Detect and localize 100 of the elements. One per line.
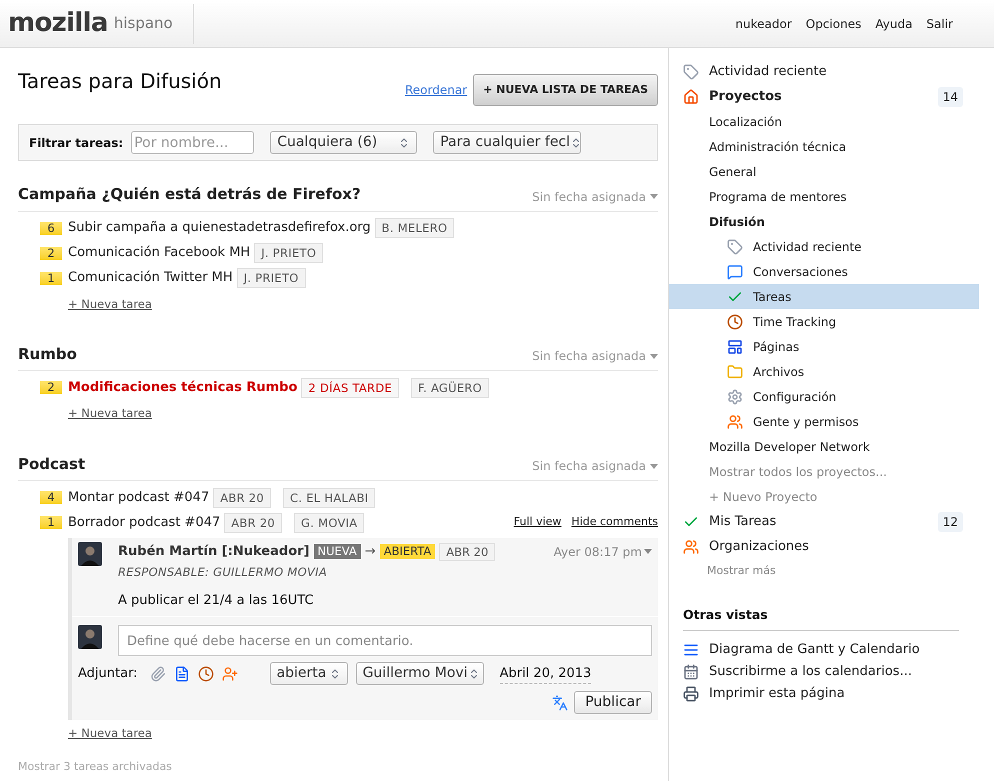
- new-status-tag: ABIERTA: [380, 544, 436, 560]
- task-title[interactable]: Subir campaña a quienestadetrasdefirefox.org: [68, 218, 371, 238]
- folder-icon: [727, 364, 743, 380]
- sidebar-item[interactable]: Mozilla Developer Network: [669, 434, 979, 459]
- top-nav-link[interactable]: nukeador: [735, 14, 792, 32]
- sidebar-item[interactable]: Conversaciones: [669, 259, 979, 284]
- chevron-icon: [570, 136, 580, 148]
- caret-icon: [650, 194, 658, 199]
- assignee-tag: J. PRIETO: [254, 243, 324, 263]
- gantt-icon: [683, 642, 699, 658]
- tag-icon: [727, 238, 743, 254]
- document-icon[interactable]: [174, 666, 190, 682]
- status-select[interactable]: abierta: [270, 662, 348, 686]
- new-task-link[interactable]: + Nueva tarea: [68, 296, 152, 313]
- caret-icon: [650, 464, 658, 468]
- sidebar-item[interactable]: Administración técnica: [669, 134, 979, 159]
- list-title: Rumbo: [18, 344, 77, 365]
- sidebar-item[interactable]: Actividad reciente: [669, 59, 979, 84]
- attach-label: Adjuntar:: [78, 665, 138, 683]
- other-view-link[interactable]: Diagrama de Gantt y Calendario: [683, 639, 979, 661]
- section-title: Otras vistas: [683, 607, 768, 622]
- logo[interactable]: mozilla hispano: [0, 4, 194, 44]
- page-title: Tareas para Difusión: [18, 68, 222, 95]
- sidebar-item[interactable]: + Nuevo Proyecto: [669, 484, 979, 509]
- show-more-link[interactable]: Mostrar más: [669, 559, 979, 584]
- sidebar-item[interactable]: Actividad reciente: [669, 234, 979, 259]
- due-date-tag: ABR 20: [213, 488, 271, 508]
- comment-body: A publicar el 21/4 a las 16UTC: [118, 592, 315, 610]
- speech-bubble-icon: [727, 264, 743, 280]
- priority-badge: 1: [40, 272, 62, 284]
- priority-badge: 6: [40, 222, 62, 234]
- new-task-link[interactable]: + Nueva tarea: [68, 405, 152, 422]
- sidebar-item[interactable]: General: [669, 159, 979, 184]
- priority-badge: 1: [40, 516, 62, 529]
- new-list-button[interactable]: + NUEVA LISTA DE TAREAS: [473, 74, 658, 106]
- responsible-text: RESPONSABLE: GUILLERMO MOVIA: [118, 564, 328, 580]
- sidebar-item[interactable]: Gente y permisos: [669, 409, 979, 434]
- sidebar-item[interactable]: Tareas: [669, 284, 979, 309]
- task-title[interactable]: Borrador podcast #047: [68, 512, 220, 532]
- comment-author: Rubén Martín [:Nukeador]: [118, 543, 310, 561]
- sidebar-item[interactable]: Páginas: [669, 334, 979, 359]
- sidebar-item[interactable]: Mostrar todos los proyectos...: [669, 459, 979, 484]
- assignee-tag: B. MELERO: [374, 218, 454, 238]
- other-view-link[interactable]: Imprimir esta página: [683, 683, 979, 705]
- filter-bar: Filtrar tareas: Por nombre... Cualquiera (6) Para cualquier fecl: [18, 124, 658, 161]
- printer-icon: [683, 686, 699, 702]
- clock-icon: [727, 314, 743, 330]
- assignee-select[interactable]: Guillermo Movi: [356, 662, 484, 686]
- sidebar-item[interactable]: Programa de mentores: [669, 184, 979, 209]
- comment-toggle-link[interactable]: Full view: [514, 514, 562, 531]
- sidebar-item[interactable]: Archivos: [669, 359, 979, 384]
- sidebar-item[interactable]: Organizaciones: [669, 534, 979, 559]
- reorder-link[interactable]: Reordenar: [404, 81, 468, 99]
- new-task-link[interactable]: + Nueva tarea: [68, 725, 152, 742]
- house-icon: [683, 88, 699, 104]
- assignee-tag: C. EL HALABI: [283, 488, 376, 508]
- clock-icon[interactable]: [198, 666, 214, 682]
- page-icon: [727, 338, 743, 354]
- other-view-link[interactable]: Suscribirme a los calendarios...: [683, 661, 979, 683]
- count-badge: 14: [938, 86, 963, 106]
- publish-button[interactable]: Publicar: [574, 691, 652, 714]
- sidebar-item[interactable]: Localización: [669, 109, 979, 134]
- comment-field[interactable]: Define qué debe hacerse en un comentario.: [118, 625, 652, 656]
- task-title[interactable]: Montar podcast #047: [68, 488, 210, 508]
- task-title[interactable]: Modificaciones técnicas Rumbo: [68, 378, 298, 398]
- date-filter-select[interactable]: Para cualquier fecl: [433, 131, 582, 154]
- due-date-tag: ABR 20: [224, 512, 282, 532]
- people-icon: [727, 414, 743, 430]
- sidebar-item[interactable]: Mis Tareas 12: [669, 509, 979, 534]
- task-title[interactable]: Comunicación Twitter MH: [68, 268, 233, 288]
- name-filter-field[interactable]: Por nombre...: [131, 131, 254, 154]
- old-status-tag: NUEVA: [314, 544, 361, 560]
- caret-icon: [650, 354, 658, 359]
- sidebar-item[interactable]: Proyectos 14: [669, 84, 979, 109]
- assignee-tag: J. PRIETO: [236, 268, 306, 288]
- assignee-tag: F. AGÜERO: [411, 378, 489, 398]
- arrow-text: →: [364, 543, 376, 561]
- top-nav-link[interactable]: Ayuda: [875, 14, 912, 32]
- gear-icon: [727, 388, 743, 404]
- sidebar-item[interactable]: Configuración: [669, 384, 979, 409]
- top-nav-link[interactable]: Salir: [926, 14, 953, 32]
- sidebar-item[interactable]: Difusión: [669, 209, 979, 234]
- priority-badge: 2: [40, 246, 62, 260]
- top-nav-link[interactable]: Opciones: [806, 14, 862, 32]
- tag-icon: [683, 64, 699, 80]
- sidebar-item[interactable]: Time Tracking: [669, 309, 979, 334]
- comment-toggle-link[interactable]: Hide comments: [571, 514, 658, 531]
- count-badge: 12: [938, 512, 963, 532]
- status-filter-select[interactable]: Cualquiera (6): [270, 131, 418, 154]
- priority-badge: 4: [40, 491, 62, 504]
- avatar: [78, 542, 102, 566]
- overdue-tag: 2 DÍAS TARDE: [301, 378, 400, 398]
- person-icon[interactable]: [222, 666, 238, 682]
- translate-icon[interactable]: [552, 694, 568, 711]
- avatar: [78, 625, 102, 650]
- paperclip-icon[interactable]: [150, 666, 166, 682]
- due-date-field[interactable]: Abril 20, 2013: [500, 664, 592, 684]
- due-date-tag: ABR 20: [439, 542, 496, 561]
- assignee-tag: G. MOVIA: [294, 512, 364, 532]
- task-title[interactable]: Comunicación Facebook MH: [68, 243, 250, 263]
